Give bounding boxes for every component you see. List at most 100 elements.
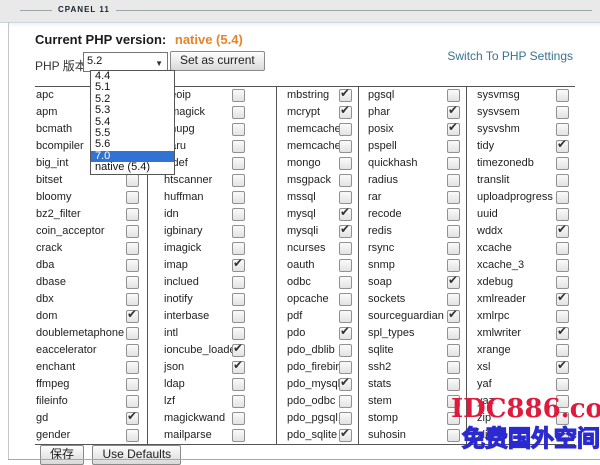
extension-checkbox[interactable] bbox=[232, 344, 245, 357]
extension-checkbox[interactable] bbox=[339, 242, 352, 255]
extension-checkbox[interactable] bbox=[556, 361, 569, 374]
extension-checkbox[interactable] bbox=[339, 123, 352, 136]
extension-checkbox[interactable] bbox=[339, 191, 352, 204]
extension-checkbox[interactable] bbox=[232, 412, 245, 425]
extension-checkbox[interactable] bbox=[339, 378, 352, 391]
extension-checkbox[interactable] bbox=[447, 293, 460, 306]
save-button[interactable]: 保存 bbox=[40, 445, 84, 465]
extension-checkbox[interactable] bbox=[339, 395, 352, 408]
extension-checkbox[interactable] bbox=[339, 276, 352, 289]
extension-checkbox[interactable] bbox=[126, 344, 139, 357]
extension-checkbox[interactable] bbox=[339, 208, 352, 221]
extension-checkbox[interactable] bbox=[556, 344, 569, 357]
extension-checkbox[interactable] bbox=[556, 174, 569, 187]
extension-checkbox[interactable] bbox=[232, 361, 245, 374]
extension-checkbox[interactable] bbox=[232, 174, 245, 187]
extension-checkbox[interactable] bbox=[447, 225, 460, 238]
extension-checkbox[interactable] bbox=[556, 242, 569, 255]
extension-checkbox[interactable] bbox=[126, 395, 139, 408]
extension-checkbox[interactable] bbox=[126, 361, 139, 374]
extension-checkbox[interactable] bbox=[339, 140, 352, 153]
use-defaults-button[interactable]: Use Defaults bbox=[92, 445, 181, 465]
extension-checkbox[interactable] bbox=[339, 89, 352, 102]
extension-checkbox[interactable] bbox=[232, 106, 245, 119]
extension-checkbox[interactable] bbox=[232, 293, 245, 306]
extension-checkbox[interactable] bbox=[339, 259, 352, 272]
extension-checkbox[interactable] bbox=[339, 174, 352, 187]
extension-checkbox[interactable] bbox=[447, 242, 460, 255]
extension-checkbox[interactable] bbox=[447, 140, 460, 153]
set-as-current-button[interactable]: Set as current bbox=[170, 51, 265, 71]
extension-checkbox[interactable] bbox=[339, 310, 352, 323]
extension-checkbox[interactable] bbox=[126, 378, 139, 391]
extension-checkbox[interactable] bbox=[556, 276, 569, 289]
extension-checkbox[interactable] bbox=[232, 276, 245, 289]
switch-to-php-settings-link[interactable]: Switch To PHP Settings bbox=[447, 49, 573, 63]
extension-checkbox[interactable] bbox=[447, 208, 460, 221]
extension-checkbox[interactable] bbox=[339, 293, 352, 306]
extension-checkbox[interactable] bbox=[126, 208, 139, 221]
extension-checkbox[interactable] bbox=[232, 208, 245, 221]
extension-checkbox[interactable] bbox=[447, 106, 460, 119]
extension-checkbox[interactable] bbox=[556, 327, 569, 340]
extension-checkbox[interactable] bbox=[126, 327, 139, 340]
extension-checkbox[interactable] bbox=[232, 140, 245, 153]
extension-checkbox[interactable] bbox=[447, 276, 460, 289]
extension-checkbox[interactable] bbox=[232, 259, 245, 272]
extension-checkbox[interactable] bbox=[447, 157, 460, 170]
extension-checkbox[interactable] bbox=[339, 106, 352, 119]
extension-checkbox[interactable] bbox=[126, 225, 139, 238]
extension-checkbox[interactable] bbox=[447, 174, 460, 187]
extension-checkbox[interactable] bbox=[232, 242, 245, 255]
extension-checkbox[interactable] bbox=[556, 140, 569, 153]
extension-checkbox[interactable] bbox=[126, 412, 139, 425]
extension-checkbox[interactable] bbox=[232, 378, 245, 391]
extension-checkbox[interactable] bbox=[126, 276, 139, 289]
extension-checkbox[interactable] bbox=[556, 378, 569, 391]
extension-checkbox[interactable] bbox=[339, 412, 352, 425]
extension-checkbox[interactable] bbox=[556, 89, 569, 102]
extension-checkbox[interactable] bbox=[126, 429, 139, 442]
extension-checkbox[interactable] bbox=[556, 293, 569, 306]
extension-checkbox[interactable] bbox=[126, 310, 139, 323]
extension-checkbox[interactable] bbox=[556, 191, 569, 204]
extension-checkbox[interactable] bbox=[232, 225, 245, 238]
extension-checkbox[interactable] bbox=[126, 259, 139, 272]
php-version-option[interactable]: 5.3 bbox=[91, 105, 174, 116]
extension-checkbox[interactable] bbox=[447, 378, 460, 391]
extension-checkbox[interactable] bbox=[232, 89, 245, 102]
extension-checkbox[interactable] bbox=[339, 225, 352, 238]
extension-checkbox[interactable] bbox=[447, 429, 460, 442]
extension-checkbox[interactable] bbox=[556, 106, 569, 119]
extension-checkbox[interactable] bbox=[339, 361, 352, 374]
extension-checkbox[interactable] bbox=[126, 191, 139, 204]
php-version-option[interactable]: native (5.4) bbox=[91, 162, 174, 173]
extension-checkbox[interactable] bbox=[556, 259, 569, 272]
extension-checkbox[interactable] bbox=[556, 123, 569, 136]
extension-checkbox[interactable] bbox=[232, 123, 245, 136]
extension-checkbox[interactable] bbox=[126, 174, 139, 187]
extension-checkbox[interactable] bbox=[447, 327, 460, 340]
extension-checkbox[interactable] bbox=[126, 293, 139, 306]
extension-checkbox[interactable] bbox=[447, 259, 460, 272]
extension-checkbox[interactable] bbox=[232, 327, 245, 340]
extension-checkbox[interactable] bbox=[232, 157, 245, 170]
extension-checkbox[interactable] bbox=[556, 157, 569, 170]
extension-checkbox[interactable] bbox=[232, 310, 245, 323]
extension-checkbox[interactable] bbox=[339, 344, 352, 357]
extension-checkbox[interactable] bbox=[447, 344, 460, 357]
extension-checkbox[interactable] bbox=[339, 429, 352, 442]
extension-checkbox[interactable] bbox=[232, 429, 245, 442]
extension-checkbox[interactable] bbox=[447, 89, 460, 102]
extension-checkbox[interactable] bbox=[447, 310, 460, 323]
extension-checkbox[interactable] bbox=[232, 395, 245, 408]
extension-checkbox[interactable] bbox=[447, 123, 460, 136]
extension-checkbox[interactable] bbox=[556, 208, 569, 221]
extension-checkbox[interactable] bbox=[126, 242, 139, 255]
extension-checkbox[interactable] bbox=[339, 157, 352, 170]
extension-checkbox[interactable] bbox=[447, 361, 460, 374]
extension-checkbox[interactable] bbox=[556, 310, 569, 323]
php-version-select[interactable]: 5.2 ▼ bbox=[83, 52, 168, 72]
extension-checkbox[interactable] bbox=[556, 225, 569, 238]
extension-checkbox[interactable] bbox=[232, 191, 245, 204]
